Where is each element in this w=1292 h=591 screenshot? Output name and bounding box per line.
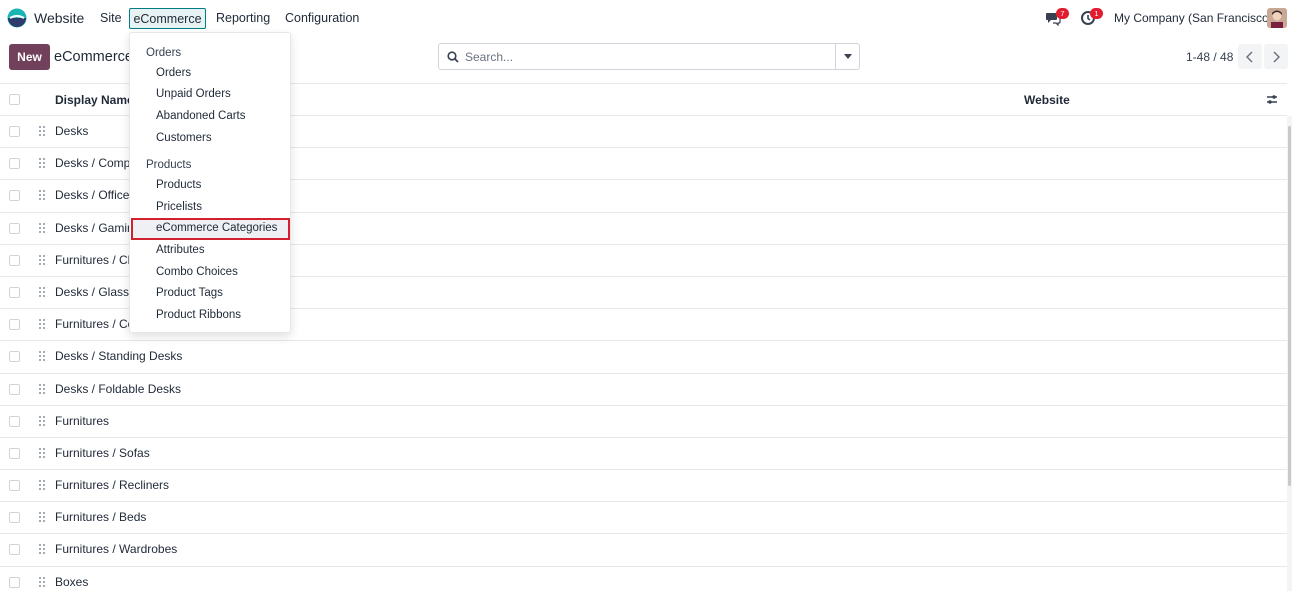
row-display-name: Desks / Gaming (55, 220, 141, 235)
row-checkbox[interactable] (9, 447, 20, 459)
row-checkbox[interactable] (9, 383, 20, 395)
row-checkbox[interactable] (9, 190, 20, 202)
drag-handle-icon[interactable] (38, 254, 46, 266)
settings-sliders-icon[interactable] (1266, 94, 1278, 106)
menu-item-ecommerce-categories[interactable]: eCommerce Categories (156, 222, 277, 234)
row-display-name: Furnitures / Sofas (55, 445, 150, 460)
drag-handle-icon[interactable] (38, 415, 46, 427)
search-options-toggle[interactable] (835, 44, 859, 69)
pager-previous-button[interactable] (1238, 44, 1262, 69)
table-row[interactable]: Furnitures / Wardrobes (0, 534, 1287, 567)
row-checkbox[interactable] (9, 254, 20, 266)
row-checkbox[interactable] (9, 286, 20, 298)
table-row[interactable]: Desks / Standing Desks (0, 341, 1287, 374)
row-display-name: Furnitures / Recliners (55, 478, 170, 493)
top-navbar: Website Site eCommerce Reporting Configu… (0, 0, 1292, 36)
row-display-name: Desks / Compo (55, 156, 138, 171)
menu-item-products[interactable]: Products (156, 179, 201, 191)
drag-handle-icon[interactable] (38, 222, 46, 234)
pager-value[interactable]: 1-48 / 48 (1186, 50, 1233, 64)
table-row[interactable]: Furnitures / Beds (0, 502, 1287, 535)
row-checkbox[interactable] (9, 512, 20, 524)
row-checkbox[interactable] (9, 576, 20, 588)
menu-site[interactable]: Site (100, 11, 122, 25)
row-display-name: Furnitures / Ch (55, 252, 135, 267)
menu-item-customers[interactable]: Customers (156, 132, 212, 144)
menu-item-orders[interactable]: Orders (156, 67, 191, 79)
row-display-name: Desks / Office (55, 188, 130, 203)
row-display-name: Desks / Foldable Desks (55, 381, 182, 396)
search-input[interactable]: Search... (465, 50, 513, 64)
activities-badge: 1 (1090, 8, 1103, 19)
row-display-name: Furnitures / Wardrobes (55, 542, 178, 557)
row-checkbox[interactable] (9, 415, 20, 427)
app-name[interactable]: Website (34, 10, 84, 26)
drag-handle-icon[interactable] (38, 511, 46, 523)
menu-item-attributes[interactable]: Attributes (156, 244, 205, 256)
row-display-name: Desks / Standing Desks (55, 349, 183, 364)
menu-item-product-ribbons[interactable]: Product Ribbons (156, 309, 241, 321)
drag-handle-icon[interactable] (38, 543, 46, 555)
avatar[interactable] (1267, 8, 1287, 28)
chevron-right-icon (1273, 50, 1280, 63)
scrollbar-thumb[interactable] (1288, 126, 1291, 486)
section-products: Products (146, 159, 192, 171)
drag-handle-icon[interactable] (38, 350, 46, 362)
row-checkbox[interactable] (9, 126, 20, 137)
menu-reporting[interactable]: Reporting (216, 11, 270, 25)
row-display-name: Desks (55, 124, 89, 138)
page-title: eCommerce (54, 49, 133, 65)
column-website[interactable]: Website (1024, 93, 1070, 107)
drag-handle-icon[interactable] (38, 286, 46, 298)
row-display-name: Furnitures / Co (55, 317, 135, 332)
menu-item-combo-choices[interactable]: Combo Choices (156, 266, 238, 278)
table-row[interactable]: Furnitures / Recliners (0, 470, 1287, 503)
pager-next-button[interactable] (1264, 44, 1288, 69)
drag-handle-icon[interactable] (38, 157, 46, 169)
company-switcher[interactable]: My Company (San Francisco) (1114, 11, 1273, 25)
ecommerce-dropdown-menu: Orders Orders Unpaid Orders Abandoned Ca… (129, 32, 291, 333)
search-bar[interactable]: Search... (438, 43, 860, 70)
drag-handle-icon[interactable] (38, 318, 46, 330)
chevron-left-icon (1246, 50, 1253, 63)
section-orders: Orders (146, 47, 182, 59)
messages-badge: 7 (1056, 8, 1069, 19)
search-icon (447, 51, 459, 63)
drag-handle-icon[interactable] (38, 576, 46, 588)
drag-handle-icon[interactable] (38, 383, 46, 395)
menu-item-unpaid-orders[interactable]: Unpaid Orders (156, 88, 231, 100)
menu-item-pricelists[interactable]: Pricelists (156, 201, 202, 213)
menu-configuration[interactable]: Configuration (285, 11, 359, 25)
row-checkbox[interactable] (9, 222, 20, 234)
row-checkbox[interactable] (9, 351, 20, 363)
new-button[interactable]: New (9, 44, 50, 70)
row-checkbox[interactable] (9, 480, 20, 492)
table-row[interactable]: Furnitures / Sofas (0, 438, 1287, 471)
menu-item-abandoned-carts[interactable]: Abandoned Carts (156, 110, 246, 122)
column-display-name[interactable]: Display Name (55, 93, 134, 107)
drag-handle-icon[interactable] (38, 125, 46, 137)
table-row[interactable]: Boxes (0, 567, 1287, 591)
caret-down-icon (843, 54, 852, 59)
row-checkbox[interactable] (9, 544, 20, 556)
row-display-name: Furnitures / Beds (55, 510, 147, 525)
menu-item-product-tags[interactable]: Product Tags (156, 287, 223, 299)
select-all-checkbox[interactable] (9, 94, 20, 105)
row-checkbox[interactable] (9, 319, 20, 331)
drag-handle-icon[interactable] (38, 189, 46, 201)
row-display-name: Boxes (55, 574, 89, 589)
table-row[interactable]: Desks / Foldable Desks (0, 374, 1287, 406)
table-row[interactable]: Furnitures (0, 406, 1287, 438)
row-checkbox[interactable] (9, 158, 20, 170)
row-display-name: Furnitures (55, 413, 110, 428)
drag-handle-icon[interactable] (38, 447, 46, 459)
website-logo-icon[interactable] (7, 8, 27, 28)
menu-ecommerce[interactable]: eCommerce (129, 8, 206, 29)
drag-handle-icon[interactable] (38, 479, 46, 491)
